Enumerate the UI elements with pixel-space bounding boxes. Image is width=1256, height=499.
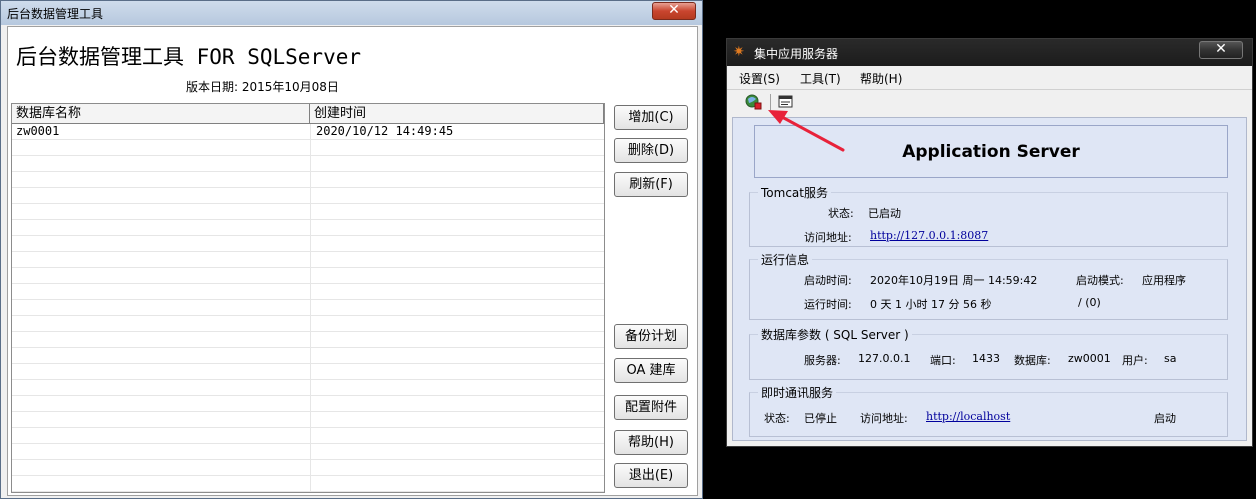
menu-tools[interactable]: 工具(T) (800, 70, 841, 87)
db-name-label: 数据库: (1014, 354, 1051, 367)
tomcat-status-label: 状态: (828, 207, 854, 220)
im-status-value: 已停止 (804, 412, 837, 425)
im-start-link[interactable]: 启动 (1154, 410, 1176, 426)
delete-button[interactable]: 删除(D) (614, 138, 688, 163)
menu-settings[interactable]: 设置(S) (739, 70, 780, 87)
exit-button[interactable]: 退出(E) (614, 463, 688, 488)
start-time-value: 2020年10月19日 周一 14:59:42 (870, 274, 1038, 287)
column-header-created[interactable]: 创建时间 (310, 104, 604, 123)
tomcat-address-label: 访问地址: (804, 231, 852, 244)
db-port-label: 端口: (930, 354, 956, 367)
banner: Application Server (754, 125, 1228, 178)
database-table[interactable]: 数据库名称 创建时间 zw0001 2020/10/12 14:49:45 (11, 103, 605, 493)
tomcat-group: Tomcat服务 状态: 已启动 访问地址: http://127.0.0.1:… (749, 184, 1228, 247)
tomcat-status-value: 已启动 (868, 207, 901, 220)
im-address-link[interactable]: http://localhost (926, 410, 1010, 423)
oa-create-db-button[interactable]: OA 建库 (614, 358, 688, 383)
start-mode-label: 启动模式: (1076, 274, 1124, 287)
app-server-titlebar[interactable]: ✷ 集中应用服务器 ✕ (727, 39, 1252, 66)
app-server-window: ✷ 集中应用服务器 ✕ 设置(S) 工具(T) 帮助(H) Applicatio… (726, 38, 1253, 447)
cell-created-time: 2020/10/12 14:49:45 (316, 124, 454, 138)
db-manager-titlebar[interactable]: 后台数据管理工具 ✕ (1, 1, 702, 25)
server-icon[interactable] (744, 93, 764, 111)
im-group-title: 即时通讯服务 (758, 384, 837, 401)
db-server-value: 127.0.0.1 (858, 352, 911, 365)
start-time-label: 启动时间: (804, 274, 852, 287)
table-row[interactable]: zw0001 2020/10/12 14:49:45 (12, 124, 604, 139)
uptime-extra: / (0) (1078, 296, 1101, 309)
app-title: 后台数据管理工具 FOR SQLServer (16, 45, 362, 69)
uptime-value: 0 天 1 小时 17 分 56 秒 (870, 298, 992, 311)
tomcat-group-title: Tomcat服务 (758, 184, 831, 201)
db-server-label: 服务器: (804, 354, 841, 367)
add-button[interactable]: 增加(C) (614, 105, 688, 130)
im-address-label: 访问地址: (860, 412, 908, 425)
window-title: 集中应用服务器 (754, 47, 839, 61)
db-manager-client: 后台数据管理工具 FOR SQLServer 版本日期: 2015年10月08日… (7, 26, 698, 496)
db-port-value: 1433 (972, 352, 1000, 365)
configure-attachment-button[interactable]: 配置附件 (614, 395, 688, 420)
im-status-label: 状态: (764, 412, 790, 425)
close-button[interactable]: ✕ (652, 2, 696, 20)
cell-db-name: zw0001 (16, 124, 60, 138)
im-service-group: 即时通讯服务 状态: 已停止 访问地址: http://localhost 启动 (749, 384, 1228, 437)
table-body (12, 124, 604, 492)
uptime-label: 运行时间: (804, 298, 852, 311)
refresh-button[interactable]: 刷新(F) (614, 172, 688, 197)
menu-bar: 设置(S) 工具(T) 帮助(H) (727, 67, 1252, 88)
db-name-value: zw0001 (1068, 352, 1111, 365)
window-title: 后台数据管理工具 (7, 7, 104, 21)
menu-help[interactable]: 帮助(H) (860, 70, 902, 87)
db-manager-window: 后台数据管理工具 ✕ 后台数据管理工具 FOR SQLServer 版本日期: … (0, 0, 703, 499)
toolbar-separator (770, 94, 771, 110)
database-group-title: 数据库参数 ( SQL Server ) (758, 326, 912, 343)
table-header: 数据库名称 创建时间 (12, 104, 604, 124)
version-date: 版本日期: 2015年10月08日 (186, 80, 339, 94)
start-mode-value: 应用程序 (1142, 274, 1186, 287)
runtime-group: 运行信息 启动时间: 2020年10月19日 周一 14:59:42 启动模式:… (749, 251, 1228, 320)
column-divider (310, 124, 311, 492)
gear-icon: ✷ (733, 44, 745, 60)
banner-title: Application Server (902, 142, 1080, 162)
column-header-name[interactable]: 数据库名称 (12, 104, 310, 123)
help-button[interactable]: 帮助(H) (614, 430, 688, 455)
tomcat-address-link[interactable]: http://127.0.0.1:8087 (870, 229, 988, 242)
db-user-value: sa (1164, 352, 1177, 365)
backup-plan-button[interactable]: 备份计划 (614, 324, 688, 349)
toolbar (727, 89, 1252, 114)
database-group: 数据库参数 ( SQL Server ) 服务器: 127.0.0.1 端口: … (749, 326, 1228, 380)
console-icon[interactable] (776, 93, 796, 111)
server-info-panel: Application Server Tomcat服务 状态: 已启动 访问地址… (732, 117, 1247, 441)
db-user-label: 用户: (1122, 354, 1148, 367)
close-button[interactable]: ✕ (1199, 41, 1243, 59)
runtime-group-title: 运行信息 (758, 251, 813, 268)
